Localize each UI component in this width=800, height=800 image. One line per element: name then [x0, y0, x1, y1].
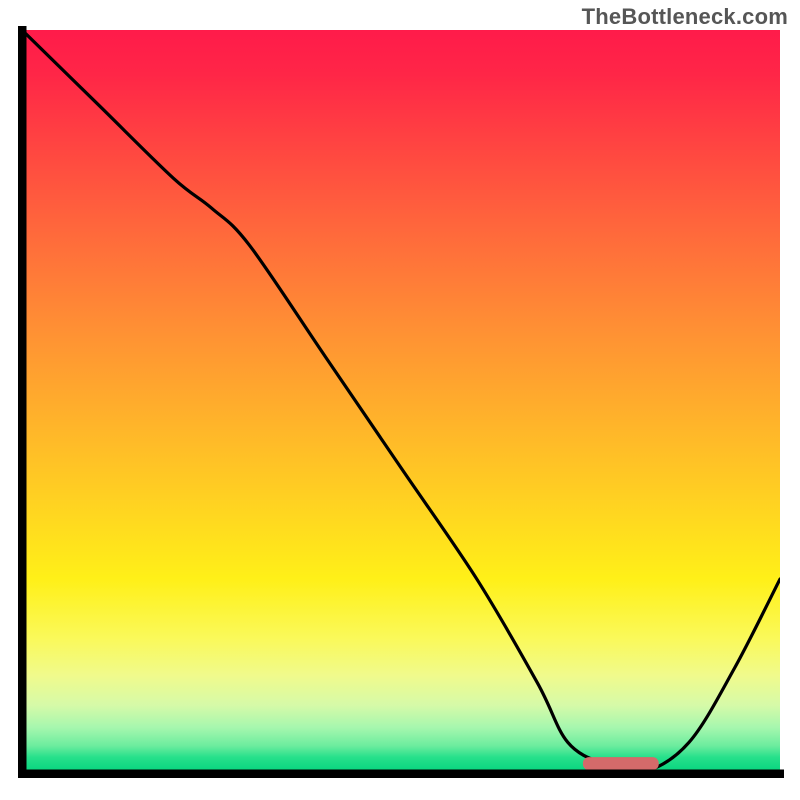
- bottleneck-curve: [22, 30, 780, 772]
- chart-container: TheBottleneck.com: [0, 0, 800, 800]
- chart-overlay: [22, 30, 780, 772]
- watermark-text: TheBottleneck.com: [582, 4, 788, 30]
- plot-area: [22, 30, 780, 772]
- optimal-marker: [583, 757, 659, 770]
